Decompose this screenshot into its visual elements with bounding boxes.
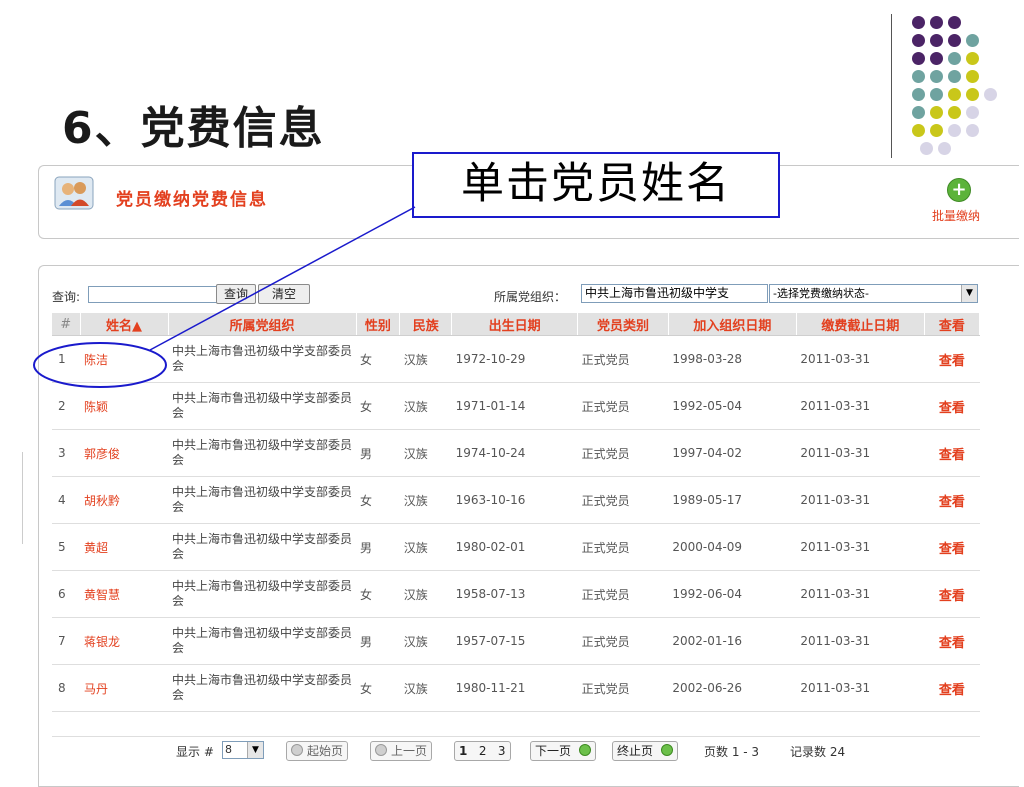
highlight-ellipse [33,342,167,388]
annotation-overlay [33,206,416,388]
callout-pointer-line [149,206,416,351]
